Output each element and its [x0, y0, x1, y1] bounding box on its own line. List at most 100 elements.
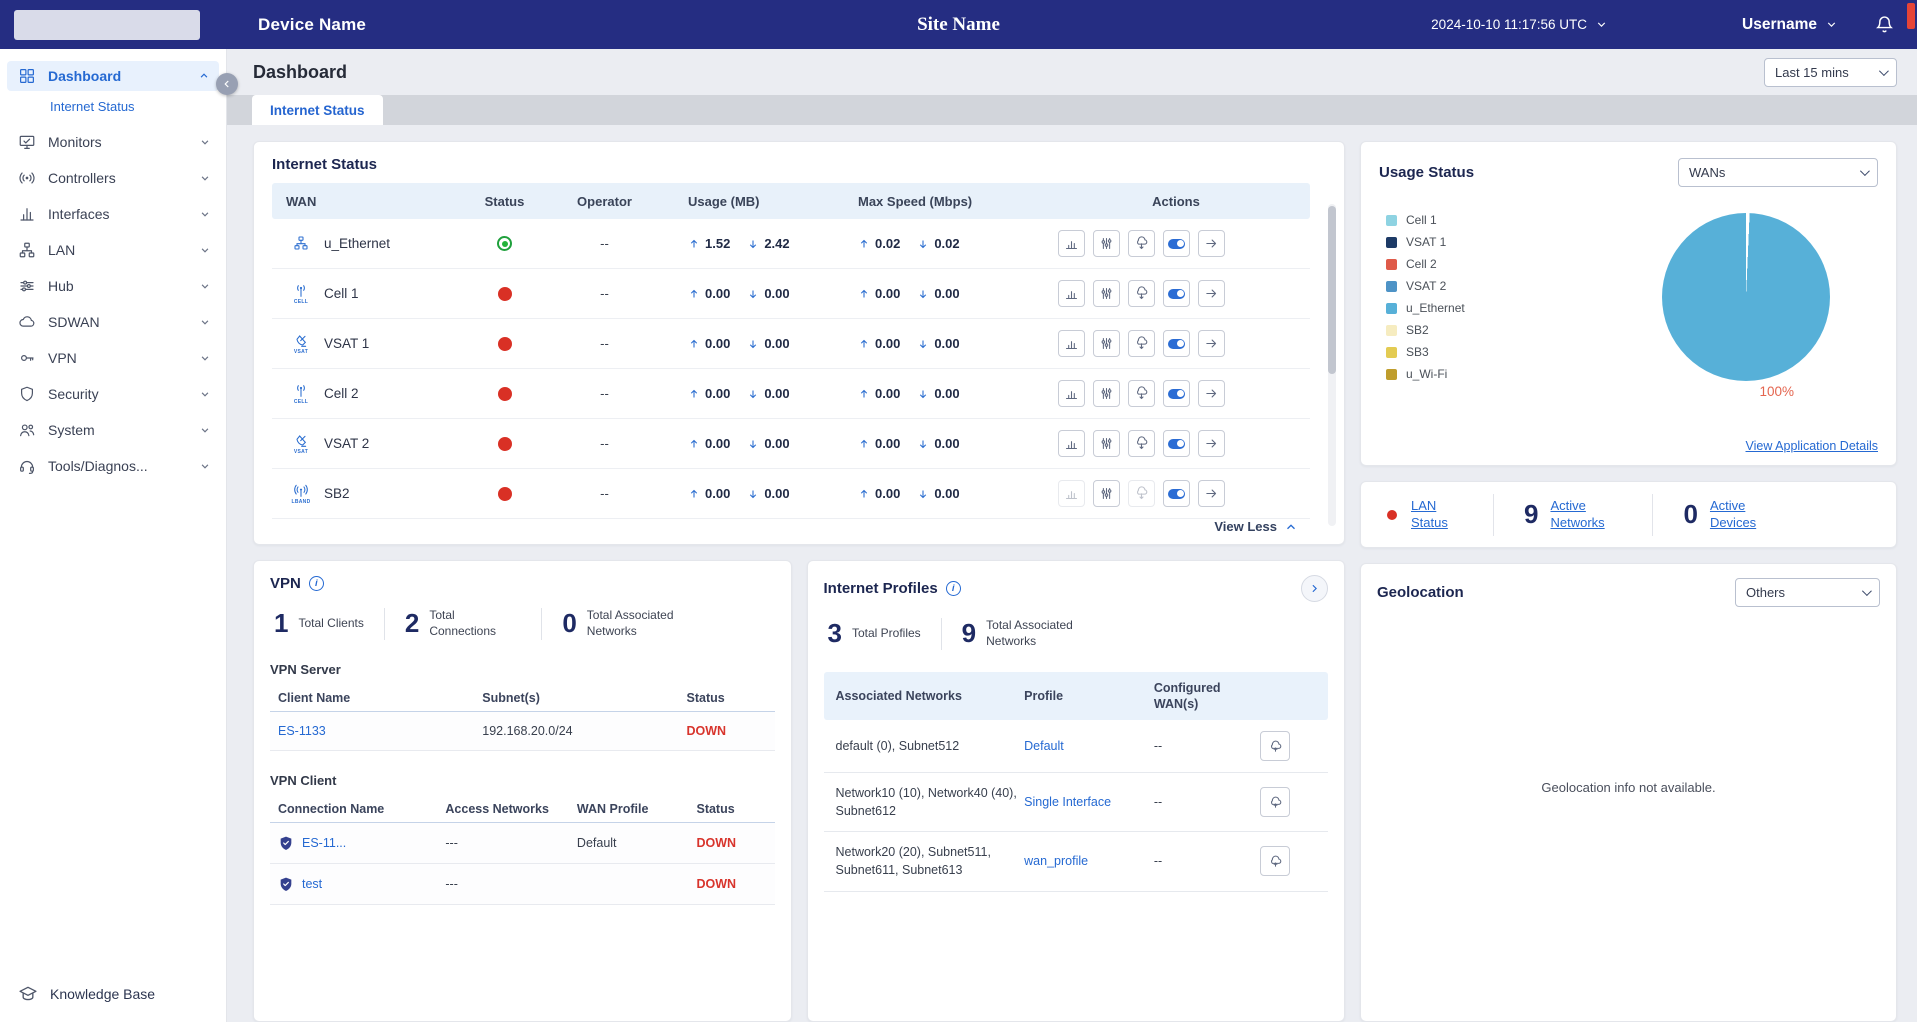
vpn-connection-link[interactable]: test [302, 877, 322, 891]
details-button[interactable] [1198, 430, 1225, 457]
view-application-details-link[interactable]: View Application Details [1746, 439, 1878, 453]
speedtest-button[interactable] [1128, 380, 1155, 407]
apply-profile-button[interactable] [1260, 731, 1290, 762]
enable-toggle[interactable] [1163, 480, 1190, 507]
operator-value: -- [600, 336, 609, 351]
details-button[interactable] [1198, 280, 1225, 307]
sidebar-item-label: Interfaces [48, 206, 110, 222]
geolocation-select[interactable]: Others [1735, 578, 1880, 607]
configured-wans-value: -- [1153, 739, 1163, 754]
profile-link[interactable]: wan_profile [1024, 852, 1154, 870]
tab-internet-status[interactable]: Internet Status [252, 95, 383, 125]
wans-select[interactable]: WANs [1678, 158, 1878, 187]
info-icon[interactable] [308, 576, 324, 592]
details-button[interactable] [1198, 480, 1225, 507]
key-icon [21, 355, 34, 362]
datetime-selector[interactable]: 2024-10-10 11:17:56 UTC [1431, 17, 1608, 32]
lan-status-link[interactable]: LAN Status [1411, 498, 1463, 532]
active-devices-link[interactable]: Active Devices [1710, 498, 1782, 532]
statistics-button[interactable] [1058, 430, 1085, 457]
sidebar-item-monitors[interactable]: Monitors [0, 127, 226, 157]
sidebar-item-lan[interactable]: LAN [0, 235, 226, 265]
column-header-client-name: Client Name [278, 690, 351, 705]
speedtest-button[interactable] [1128, 230, 1155, 257]
arrow-right-icon [1206, 289, 1217, 298]
statistics-button[interactable] [1058, 380, 1085, 407]
statistics-button[interactable] [1058, 280, 1085, 307]
cloud-speed-icon [1137, 236, 1148, 250]
statistics-button[interactable] [1058, 230, 1085, 257]
logo [14, 9, 200, 40]
sidebar-item-tools-diagnostics[interactable]: Tools/Diagnos... [0, 451, 226, 481]
vpn-shield-icon [280, 877, 292, 891]
configure-button[interactable] [1093, 230, 1120, 257]
broadcast-icon [19, 172, 35, 184]
usage-cell: 0.00 0.00 [662, 486, 832, 501]
column-header-associated-networks: Associated Networks [835, 688, 962, 703]
configure-button[interactable] [1093, 330, 1120, 357]
scrollbar-thumb[interactable] [1328, 206, 1336, 374]
notifications-bell[interactable] [1874, 14, 1895, 35]
speedtest-button[interactable] [1128, 330, 1155, 357]
statistics-button[interactable] [1058, 480, 1085, 507]
enable-toggle[interactable] [1163, 330, 1190, 357]
sidebar-item-sdwan[interactable]: SDWAN [0, 307, 226, 337]
sidebar-item-label: Tools/Diagnos... [48, 458, 148, 474]
vsat-icon: VSAT [286, 333, 316, 355]
sidebar-item-internet-status[interactable]: Internet Status [0, 93, 226, 119]
sidebar-item-vpn[interactable]: VPN [0, 343, 226, 373]
chart-icon [1065, 341, 1078, 350]
column-header-wan-profile: WAN Profile [576, 801, 649, 816]
sidebar-item-controllers[interactable]: Controllers [0, 163, 226, 193]
arrow-right-icon [1206, 339, 1217, 348]
status-badge: DOWN [686, 723, 727, 738]
info-icon[interactable] [945, 581, 961, 597]
vpn-connection-link[interactable]: ES-11... [302, 836, 346, 850]
operator-value: -- [600, 486, 609, 501]
profiles-stat: 3 Total Profiles [827, 618, 921, 649]
arrow-right-icon [1206, 239, 1217, 248]
vpn-client-link[interactable]: ES-1133 [278, 724, 482, 738]
configure-button[interactable] [1093, 480, 1120, 507]
chevron-down-icon [201, 212, 209, 217]
active-networks-link[interactable]: Active Networks [1550, 498, 1622, 532]
geolocation-message: Geolocation info not available. [1541, 779, 1716, 795]
enable-toggle[interactable] [1163, 380, 1190, 407]
configure-button[interactable] [1093, 380, 1120, 407]
max-speed-cell: 0.00 0.00 [832, 436, 1042, 451]
user-menu[interactable]: Username [1742, 16, 1838, 34]
time-range-select[interactable]: Last 15 mins [1764, 57, 1897, 87]
details-button[interactable] [1198, 330, 1225, 357]
column-header-access-networks: Access Networks [445, 801, 549, 816]
apply-profile-button[interactable] [1260, 787, 1290, 818]
enable-toggle[interactable] [1163, 430, 1190, 457]
sidebar-item-dashboard[interactable]: Dashboard [7, 61, 219, 91]
sidebar-collapse-button[interactable] [216, 73, 238, 95]
network-icon [19, 242, 35, 258]
sidebar-item-security[interactable]: Security [0, 379, 226, 409]
sidebar-item-system[interactable]: System [0, 415, 226, 445]
sidebar-item-hub[interactable]: Hub [0, 271, 226, 301]
apply-profile-button[interactable] [1260, 846, 1290, 877]
internet-profiles-card: Internet Profiles 3 Total Profiles 9 [806, 560, 1345, 1022]
download-arrow-icon [750, 490, 757, 498]
expand-profiles-button[interactable] [1301, 575, 1328, 603]
speedtest-button[interactable] [1128, 280, 1155, 307]
table-row: default (0), Subnet512 Default -- [823, 720, 1328, 774]
knowledge-base-link[interactable]: Knowledge Base [0, 978, 226, 1010]
speedtest-button[interactable] [1128, 480, 1155, 507]
statistics-button[interactable] [1058, 330, 1085, 357]
upload-arrow-icon [860, 289, 868, 297]
sliders-icon [20, 280, 34, 292]
sidebar-item-interfaces[interactable]: Interfaces [0, 199, 226, 229]
configure-button[interactable] [1093, 280, 1120, 307]
profile-link[interactable]: Default [1024, 737, 1154, 755]
profile-link[interactable]: Single Interface [1024, 793, 1154, 811]
enable-toggle[interactable] [1163, 230, 1190, 257]
speedtest-button[interactable] [1128, 430, 1155, 457]
configure-button[interactable] [1093, 430, 1120, 457]
details-button[interactable] [1198, 380, 1225, 407]
view-less-link[interactable]: View Less [1214, 519, 1298, 534]
details-button[interactable] [1198, 230, 1225, 257]
enable-toggle[interactable] [1163, 280, 1190, 307]
